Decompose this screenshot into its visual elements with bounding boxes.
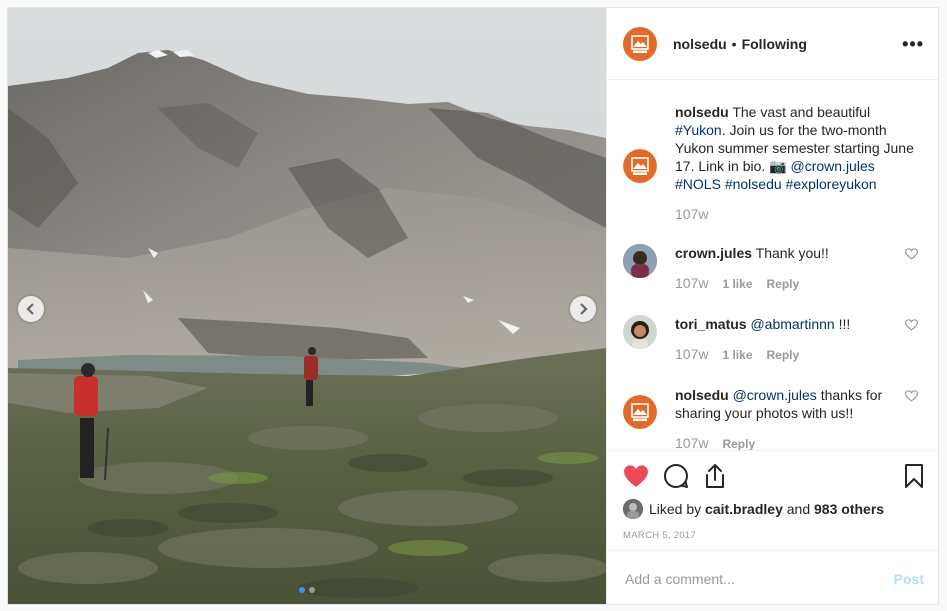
heart-filled-icon[interactable] xyxy=(623,464,649,488)
header-username[interactable]: nolsedu xyxy=(673,36,727,52)
mountain-landscape-image xyxy=(8,8,606,604)
caption-body: nolsedu The vast and beautiful #Yukon. J… xyxy=(675,103,915,223)
nols-logo-icon xyxy=(631,403,649,421)
caption-avatar[interactable] xyxy=(623,149,657,183)
comment-text: !!! xyxy=(834,316,851,332)
hashtag-link[interactable]: #NOLS xyxy=(675,176,721,192)
comment-username[interactable]: tori_matus xyxy=(675,316,747,332)
caption-meta: 107w xyxy=(675,205,915,223)
hashtag-link[interactable]: #Yukon xyxy=(675,122,722,138)
liked-by-and: and xyxy=(786,501,811,517)
comment-likes[interactable]: 1 like xyxy=(722,346,752,364)
header-separator: • xyxy=(731,35,737,52)
post-actions: Liked by cait.bradley and 983 others MAR… xyxy=(607,450,938,604)
comment-time[interactable]: 107w xyxy=(675,345,708,363)
comment-time[interactable]: 107w xyxy=(675,274,708,292)
comment-time[interactable]: 107w xyxy=(675,434,708,450)
nols-logo-icon xyxy=(631,34,649,53)
commenter-avatar[interactable] xyxy=(623,315,657,349)
heart-outline-icon[interactable] xyxy=(905,248,918,260)
mention-link[interactable]: @crown.jules xyxy=(791,158,875,174)
comment-body: tori_matus @abmartinnn !!! 107w 1 like R… xyxy=(675,315,915,364)
nols-logo-icon xyxy=(631,157,649,175)
chevron-right-icon xyxy=(580,303,588,315)
reply-button[interactable]: Reply xyxy=(722,435,755,450)
comment-item: crown.jules Thank you!! 107w 1 like Repl… xyxy=(623,244,924,293)
avatar-photo xyxy=(623,499,643,519)
comment-username[interactable]: crown.jules xyxy=(675,245,752,261)
comment-text: Thank you!! xyxy=(755,245,829,261)
post-header: nolsedu • Following ••• xyxy=(607,8,938,80)
hashtag-link[interactable]: #nolsedu xyxy=(725,176,782,192)
hashtag-link[interactable]: #exploreyukon xyxy=(786,176,877,192)
post-side-panel: nolsedu • Following ••• nolsedu The vast… xyxy=(606,8,938,604)
post-card: nolsedu • Following ••• nolsedu The vast… xyxy=(7,7,939,605)
avatar-photo xyxy=(623,315,657,349)
comment-meta: 107w Reply xyxy=(675,434,915,450)
comment-body: crown.jules Thank you!! 107w 1 like Repl… xyxy=(675,244,915,293)
bookmark-icon[interactable] xyxy=(904,463,924,489)
mention-link[interactable]: @crown.jules xyxy=(733,387,817,403)
reply-button[interactable]: Reply xyxy=(767,346,800,364)
likes-summary: Liked by cait.bradley and 983 others xyxy=(607,499,938,519)
comment-meta: 107w 1 like Reply xyxy=(675,274,915,293)
caption-text-1: The vast and beautiful xyxy=(732,104,871,120)
comment-item: tori_matus @abmartinnn !!! 107w 1 like R… xyxy=(623,315,924,364)
comment-icon[interactable] xyxy=(663,463,689,489)
carousel-indicator xyxy=(8,587,606,593)
carousel-dot xyxy=(309,587,315,593)
comment-username[interactable]: nolsedu xyxy=(675,387,729,403)
likes-others-link[interactable]: 983 others xyxy=(814,501,884,517)
caption: nolsedu The vast and beautiful #Yukon. J… xyxy=(623,103,924,223)
liker-username[interactable]: cait.bradley xyxy=(705,501,783,517)
comment-meta: 107w 1 like Reply xyxy=(675,345,915,364)
carousel-next-button[interactable] xyxy=(570,296,596,322)
following-button[interactable]: Following xyxy=(742,36,807,52)
carousel-dot-active xyxy=(299,587,305,593)
post-date[interactable]: MARCH 5, 2017 xyxy=(607,530,938,541)
caption-time[interactable]: 107w xyxy=(675,205,708,223)
commenter-avatar[interactable] xyxy=(623,395,657,429)
caption-username[interactable]: nolsedu xyxy=(675,104,729,120)
heart-outline-icon[interactable] xyxy=(905,319,918,331)
comment-item: nolsedu @crown.jules thanks for sharing … xyxy=(623,386,924,450)
comments-list[interactable]: nolsedu The vast and beautiful #Yukon. J… xyxy=(607,80,938,450)
nols-avatar[interactable] xyxy=(623,26,657,61)
chevron-left-icon xyxy=(26,303,34,315)
heart-outline-icon[interactable] xyxy=(905,390,918,402)
action-icons-row xyxy=(607,451,938,491)
mention-link[interactable]: @abmartinnn xyxy=(750,316,834,332)
carousel-prev-button[interactable] xyxy=(18,296,44,322)
comment-likes[interactable]: 1 like xyxy=(722,275,752,293)
post-photo[interactable] xyxy=(8,8,606,604)
add-comment-input[interactable] xyxy=(623,569,894,588)
liked-by-prefix: Liked by xyxy=(649,501,702,517)
share-icon[interactable] xyxy=(703,463,727,489)
add-comment-bar: Post xyxy=(607,550,938,604)
comment-body: nolsedu @crown.jules thanks for sharing … xyxy=(675,386,915,450)
post-comment-button[interactable]: Post xyxy=(894,571,924,587)
reply-button[interactable]: Reply xyxy=(767,275,800,293)
avatar-photo xyxy=(623,244,657,278)
more-options-button[interactable]: ••• xyxy=(902,35,924,53)
liker-avatar[interactable] xyxy=(623,499,643,519)
commenter-avatar[interactable] xyxy=(623,244,657,278)
